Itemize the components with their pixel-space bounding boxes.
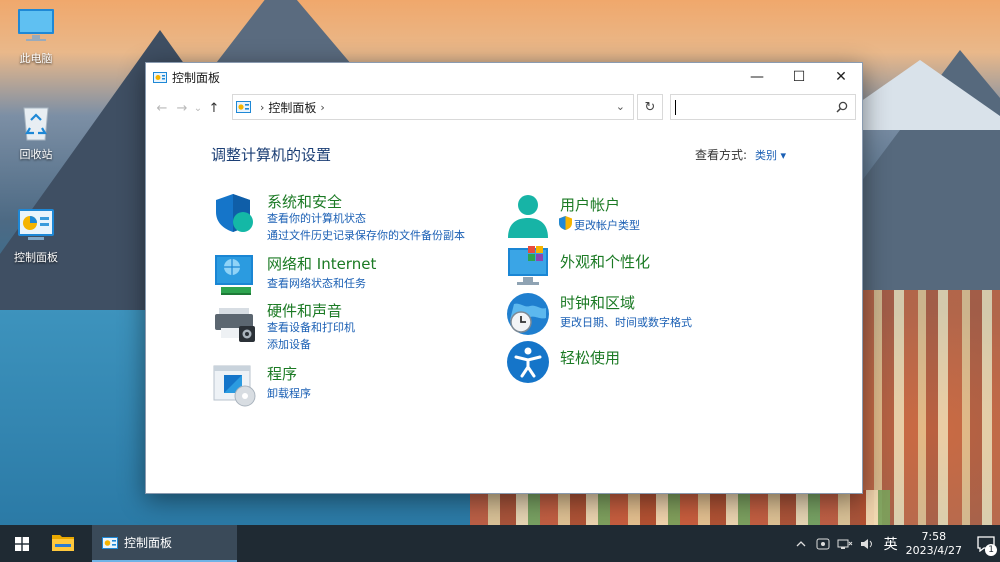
app-tray-icon[interactable]	[815, 537, 831, 551]
category-title[interactable]: 程序	[267, 363, 297, 384]
category-link[interactable]: 查看设备和打印机	[267, 319, 355, 335]
windows-logo-icon	[15, 536, 29, 551]
recycle-bin-icon	[23, 107, 49, 141]
user-icon[interactable]	[506, 194, 550, 238]
back-button[interactable]: ←	[152, 101, 172, 116]
control-panel-window: 控制面板 — ☐ ✕ ← → ⌄ ↑ › 控制面板 › ⌄ ↻ 调整计算机的设置…	[145, 62, 863, 494]
text-caret	[675, 100, 676, 115]
taskbar-app-label: 控制面板	[124, 536, 173, 550]
input-language-indicator[interactable]: 英	[884, 534, 898, 554]
view-by: 查看方式: 类别 ▾	[695, 146, 786, 163]
shield-icon[interactable]	[213, 191, 257, 235]
window-title: 控制面板	[172, 70, 221, 85]
category-link[interactable]: 添加设备	[267, 336, 311, 352]
address-bar[interactable]: › 控制面板 › ⌄	[232, 94, 634, 120]
desktop-icon-label: 此电脑	[19, 52, 53, 65]
category-link[interactable]: 卸载程序	[267, 385, 311, 401]
category-link[interactable]: 通过文件历史记录保存你的文件备份副本	[267, 227, 465, 243]
start-button[interactable]	[0, 525, 44, 562]
control-panel-icon	[102, 536, 118, 549]
category-title[interactable]: 系统和安全	[267, 191, 342, 212]
desktop-icon-recycle-bin[interactable]: 回收站	[6, 102, 66, 162]
minimize-button[interactable]: —	[736, 63, 778, 91]
taskbar-app-control-panel[interactable]: 控制面板	[92, 525, 237, 562]
breadcrumb-separator[interactable]: ›	[320, 101, 324, 114]
view-by-dropdown[interactable]: 类别 ▾	[755, 149, 786, 162]
category-title[interactable]: 外观和个性化	[560, 251, 650, 272]
uac-shield-icon	[559, 216, 572, 230]
monitor-icon	[18, 9, 54, 41]
maximize-button[interactable]: ☐	[778, 63, 820, 91]
notification-count-badge: 1	[985, 544, 997, 556]
clock-time: 7:58	[921, 529, 947, 543]
desktop-icon-control-panel[interactable]: 控制面板	[6, 205, 66, 265]
monitor-icon[interactable]	[506, 244, 550, 288]
clock-date: 2023/4/27	[905, 543, 962, 557]
category-link[interactable]: 更改帐户类型	[574, 217, 640, 233]
clock-globe-icon[interactable]	[506, 292, 550, 336]
page-title: 调整计算机的设置	[211, 146, 332, 164]
network-icon[interactable]	[213, 253, 257, 297]
search-icon[interactable]	[836, 101, 848, 113]
desktop-icon-label: 回收站	[19, 148, 53, 161]
desktop-icon-label: 控制面板	[14, 251, 58, 264]
desktop-icon-this-pc[interactable]: 此电脑	[6, 6, 66, 66]
up-button[interactable]: ↑	[204, 101, 224, 116]
breadcrumb-control-panel[interactable]: 控制面板	[268, 99, 316, 116]
category-title[interactable]: 时钟和区域	[560, 292, 635, 313]
notification-center-button[interactable]: 1	[972, 525, 1000, 562]
category-link[interactable]: 查看网络状态和任务	[267, 275, 366, 291]
wallpaper-town	[470, 490, 890, 525]
title-bar[interactable]: 控制面板 — ☐ ✕	[146, 63, 862, 91]
file-explorer-icon[interactable]	[52, 533, 74, 551]
taskbar-clock[interactable]: 7:58 2023/4/27	[906, 530, 962, 558]
control-panel-icon	[236, 101, 251, 113]
show-hidden-icons-icon[interactable]	[793, 537, 809, 551]
network-status-icon[interactable]	[837, 537, 853, 551]
breadcrumb-separator[interactable]: ›	[260, 101, 264, 114]
control-panel-icon	[153, 71, 167, 83]
category-title[interactable]: 轻松使用	[560, 347, 620, 368]
category-title[interactable]: 用户帐户	[560, 194, 620, 215]
volume-icon[interactable]	[859, 537, 875, 551]
accessibility-icon[interactable]	[506, 340, 550, 384]
forward-button[interactable]: →	[172, 101, 192, 116]
refresh-button[interactable]: ↻	[637, 94, 663, 120]
chevron-down-icon[interactable]: ⌄	[616, 100, 625, 113]
view-by-label: 查看方式:	[695, 148, 748, 162]
system-tray: 英 7:58 2023/4/27 1	[790, 525, 1000, 562]
control-panel-icon	[18, 209, 54, 240]
category-title[interactable]: 网络和 Internet	[267, 253, 376, 274]
category-link[interactable]: 更改日期、时间或数字格式	[560, 314, 692, 330]
taskbar: 控制面板 英 7:58 2023/4/27 1	[0, 525, 1000, 562]
search-input[interactable]	[670, 94, 856, 120]
category-link[interactable]: 查看你的计算机状态	[267, 210, 366, 226]
programs-icon[interactable]	[213, 363, 257, 407]
printer-icon[interactable]	[213, 300, 257, 344]
close-button[interactable]: ✕	[820, 63, 862, 91]
recent-locations-button[interactable]: ⌄	[192, 103, 204, 114]
category-title[interactable]: 硬件和声音	[267, 300, 342, 321]
